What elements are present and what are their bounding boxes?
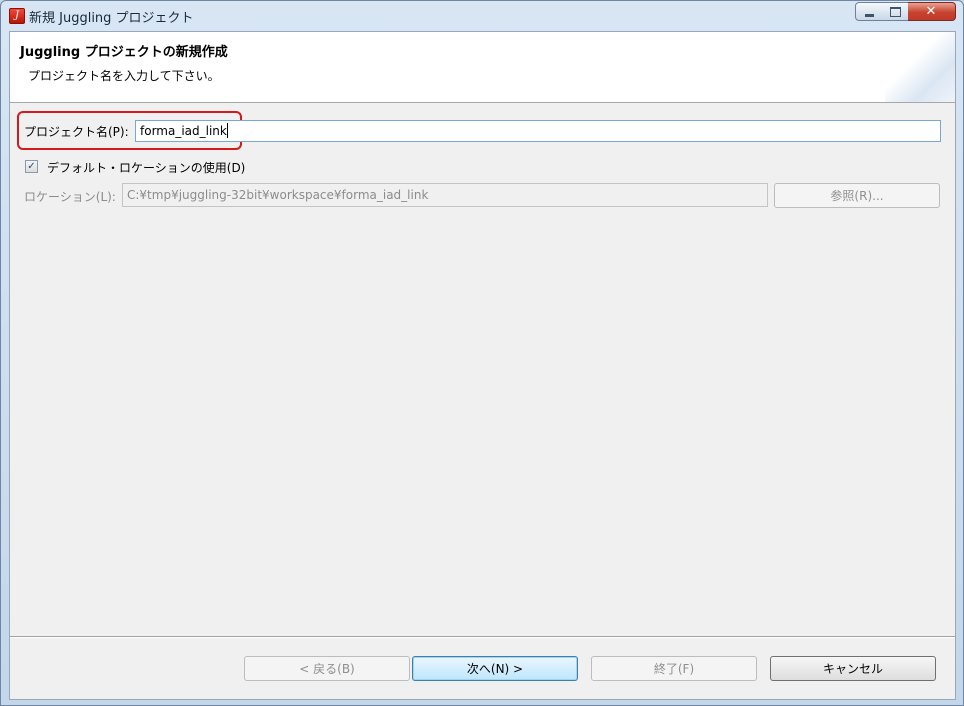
close-icon: ✕ (925, 4, 937, 19)
finish-button: 終了(F) (591, 656, 757, 681)
dialog-window: J 新規 Juggling プロジェクト ✕ Juggling プロジェクトの新… (0, 0, 964, 706)
minimize-icon (865, 14, 874, 17)
juggling-app-icon: J (9, 8, 25, 24)
wizard-header: Juggling プロジェクトの新規作成 プロジェクト名を入力して下さい。 (10, 32, 955, 103)
text-caret (227, 123, 228, 138)
use-default-location-label[interactable]: デフォルト・ロケーションの使用(D) (47, 159, 245, 176)
project-name-label: プロジェクト名(P): (24, 125, 129, 139)
next-button[interactable]: 次へ(N) > (412, 656, 578, 681)
title-bar[interactable]: J 新規 Juggling プロジェクト ✕ (1, 1, 963, 29)
location-label: ロケーション(L): (24, 190, 116, 204)
page-title: Juggling プロジェクトの新規作成 (20, 45, 228, 60)
checkmark-icon: ✓ (27, 161, 36, 172)
header-decoration (885, 32, 955, 102)
back-button: < 戻る(B) (244, 656, 410, 681)
project-name-input[interactable] (135, 120, 941, 142)
window-title: 新規 Juggling プロジェクト (29, 11, 194, 26)
browse-button: 参照(R)... (774, 183, 940, 208)
use-default-location-checkbox[interactable]: ✓ (25, 160, 38, 173)
close-button[interactable]: ✕ (908, 2, 956, 21)
footer-separator (10, 636, 955, 638)
cancel-button[interactable]: キャンセル (770, 656, 936, 681)
dialog-client-area: Juggling プロジェクトの新規作成 プロジェクト名を入力して下さい。 プロ… (9, 31, 956, 700)
minimize-button[interactable] (855, 2, 883, 21)
page-description: プロジェクト名を入力して下さい。 (28, 69, 220, 83)
maximize-icon (890, 7, 901, 17)
location-input (122, 183, 768, 207)
maximize-button[interactable] (882, 2, 909, 21)
